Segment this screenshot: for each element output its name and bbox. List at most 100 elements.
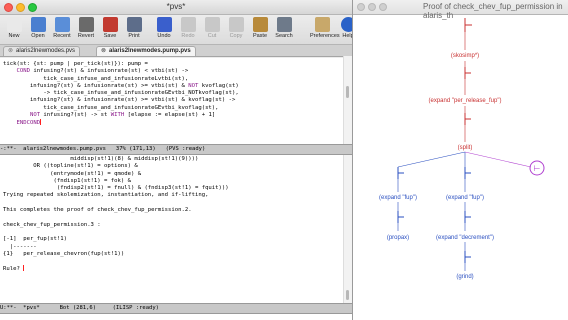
toolbar-cut-button[interactable]: Cut <box>200 17 224 39</box>
code-line: tick_case_infuse_and_infusionrateLvtbi(s… <box>3 75 189 82</box>
buffer-tabs: ⊗ alaris2lnewmodes.pvs ⊗ alaris2lnewmodes.… <box>0 45 352 57</box>
toolbar-label: Save <box>103 33 117 39</box>
new-file-icon <box>6 17 22 32</box>
print-icon <box>126 17 142 32</box>
pending-goal-icon[interactable]: ⊢ <box>529 160 545 176</box>
output-line: (fndisp1(st!1) = fok) & <box>3 177 131 184</box>
turnstile-icon[interactable] <box>397 167 404 179</box>
minimize-window-button[interactable] <box>368 3 376 11</box>
toolbar-recent-button[interactable]: Recent <box>50 17 74 39</box>
code-line: COND infusing?(st) & infusionrate(st) < … <box>16 68 189 75</box>
proof-step-grind[interactable]: (grind) <box>456 274 473 280</box>
toolbar-paste-button[interactable]: Paste <box>248 17 272 39</box>
root-turnstile-icon[interactable] <box>464 18 472 32</box>
preferences-icon <box>314 17 330 32</box>
turnstile-icon[interactable] <box>464 251 471 263</box>
copy-icon <box>228 17 244 32</box>
source-scrollbar[interactable] <box>343 56 352 144</box>
toolbar-label: New <box>8 33 20 39</box>
output-line: This completes the proof of check_chev_f… <box>3 207 192 214</box>
toolbar-label: Preferences <box>310 33 340 39</box>
recent-icon <box>54 17 70 32</box>
source-editor-pane[interactable]: tick(st: {st: pump | per_tick(st)}): pum… <box>0 58 347 145</box>
cut-icon <box>204 17 220 32</box>
code-line: -> tick_case_infuse_and_infusionrateGEvt… <box>3 90 239 97</box>
pvs-output: middisp(st!1)(8) & middisp(st!1)(9)))) O… <box>3 156 347 274</box>
proof-step-split[interactable]: (split) <box>458 145 473 151</box>
proof-tree-window: Proof of check_chev_fup_permission in al… <box>353 0 568 320</box>
proof-titlebar: Proof of check_chev_fup_permission in al… <box>353 0 568 20</box>
paste-icon <box>252 17 268 32</box>
turnstile-icon[interactable] <box>464 167 471 179</box>
save-icon <box>102 17 118 32</box>
help-icon <box>340 17 352 32</box>
toolbar-redo-button[interactable]: Redo <box>176 17 200 39</box>
output-line: [-1] per_fup(st!1) <box>3 236 67 243</box>
proof-step-skosimp[interactable]: (skosimp*) <box>451 53 479 59</box>
turnstile-icon[interactable] <box>464 211 471 223</box>
code-line: infusing?(st) & infusionrate(st) >= vtbi… <box>3 97 236 104</box>
toolbar-label: Open <box>31 33 45 39</box>
turnstile-icon[interactable] <box>464 67 471 79</box>
toolbar-new-button[interactable]: New <box>2 17 26 39</box>
tab-alaris2lnewmodes-pump[interactable]: ⊗ alaris2lnewmodes.pump.pvs <box>96 46 196 56</box>
output-line: middisp(st!1)(8) & middisp(st!1)(9)))) <box>3 156 199 162</box>
toolbar-copy-button[interactable]: Copy <box>224 17 248 39</box>
toolbar-print-button[interactable]: Print <box>122 17 146 39</box>
proof-step-propax[interactable]: (propax) <box>387 235 409 241</box>
code-line: tick(st: {st: pump | per_tick(st)}): pum… <box>3 61 148 67</box>
proof-step-expand-fup-2[interactable]: (expand "fup") <box>446 195 484 201</box>
pvs-scrollbar[interactable] <box>343 155 352 303</box>
proof-step-expand-decrement[interactable]: (expand "decrement") <box>436 235 494 241</box>
toolbar-label: Paste <box>252 33 268 39</box>
toolbar-undo-button[interactable]: Undo <box>152 17 176 39</box>
proof-step-expand-release[interactable]: (expand "per_release_fup") <box>429 98 502 104</box>
tab-alaris2lnewmodes[interactable]: ⊗ alaris2lnewmodes.pvs <box>3 46 81 56</box>
text-cursor <box>23 265 25 272</box>
emacs-titlebar: *pvs* <box>0 0 352 15</box>
minibuffer[interactable] <box>0 314 352 320</box>
turnstile-icon[interactable] <box>464 113 471 125</box>
toolbar-revert-button[interactable]: Revert <box>74 17 98 39</box>
source-modeline: -:**- alaris2lnewmodes.pump.pvs 37% (171… <box>0 144 352 155</box>
toolbar-open-button[interactable]: Open <box>26 17 50 39</box>
pvs-modeline: U:**- *pvs* Bot (281,6) (ILISP :ready) <box>0 303 352 314</box>
scroll-thumb[interactable] <box>346 290 349 300</box>
toolbar-label: Search <box>275 33 293 39</box>
toolbar-label: Recent <box>53 33 71 39</box>
code-line: tick_case_infuse_and_infusionrateGEvtbi_… <box>3 104 219 111</box>
toolbar-save-button[interactable]: Save <box>98 17 122 39</box>
close-window-button[interactable] <box>357 3 365 11</box>
output-line: |------- <box>3 243 37 250</box>
search-icon <box>276 17 292 32</box>
toolbar-search-button[interactable]: Search <box>272 17 296 39</box>
toolbar-label: Help <box>342 33 353 39</box>
toolbar-label: Cut <box>207 33 217 39</box>
proof-step-expand-fup-1[interactable]: (expand "fup") <box>379 195 417 201</box>
pvs-interaction-pane[interactable]: middisp(st!1)(8) & middisp(st!1)(9)))) O… <box>0 155 347 304</box>
output-line: OR ((topline(st!1) = options) & <box>3 163 138 170</box>
output-line: {1} per_release_chevron(fup(st!1)) <box>3 250 125 257</box>
close-tab-icon[interactable]: ⊗ <box>101 48 106 54</box>
output-line: (fndisp2(st!1) = fnull) & (fndisp3(st!1)… <box>3 185 229 192</box>
emacs-toolbar: New Open Recent Revert Save Print Undo Redo Cut C… <box>0 15 352 45</box>
output-line: (entrymode(st!1) = qmode) & <box>3 170 142 177</box>
output-line: Trying repeated skolemization, instantia… <box>3 192 209 199</box>
emacs-window: *pvs* New Open Recent Revert Save Print Undo Re… <box>0 0 353 320</box>
toolbar-label: Redo <box>181 33 195 39</box>
close-tab-icon[interactable]: ⊗ <box>8 48 13 54</box>
toolbar-label: Revert <box>77 33 95 39</box>
toolbar-help-button[interactable]: Help <box>336 17 353 39</box>
toolbar-preferences-button[interactable]: Preferences <box>310 17 340 39</box>
scroll-thumb[interactable] <box>346 86 349 98</box>
turnstile-icon[interactable] <box>397 211 404 223</box>
revert-icon <box>78 17 94 32</box>
code-line: NOT infusing?(st) -> st WITH [elapse := … <box>29 112 216 119</box>
toolbar-label: Undo <box>157 33 171 39</box>
proof-tree: (skosimp*) (expand "per_release_fup") (s… <box>379 18 545 280</box>
zoom-window-button[interactable] <box>379 3 387 11</box>
